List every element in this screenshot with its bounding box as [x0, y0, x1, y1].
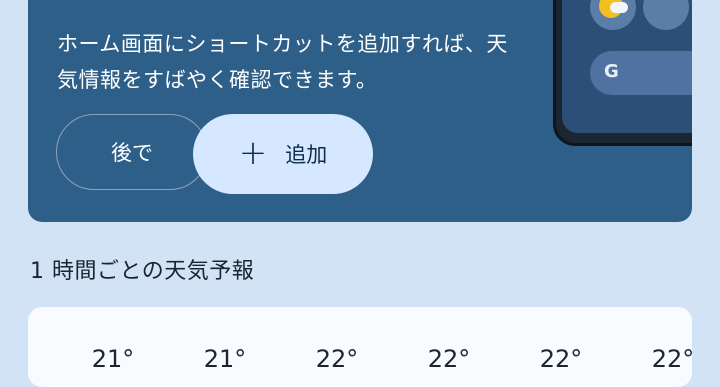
hourly-forecast-title: 1 時間ごとの天気予報 [30, 259, 255, 284]
google-icon: G [604, 61, 619, 82]
phone-screen: G [562, 0, 692, 133]
plus-icon: + [238, 133, 268, 173]
phone-preview-illustration: G [553, 0, 692, 146]
cloud-icon [610, 2, 628, 13]
search-widget: G [590, 51, 692, 95]
shortcut-promo-card: ホーム画面にショートカットを追加すれば、天気情報をすばやく確認できます。 後で … [28, 0, 692, 222]
hourly-temp: 22° [315, 345, 359, 373]
promo-message: ホーム画面にショートカットを追加すれば、天気情報をすばやく確認できます。 [57, 32, 508, 92]
later-button[interactable]: 後で [56, 114, 208, 190]
hourly-temp: 22° [539, 345, 583, 373]
add-shortcut-button[interactable]: + 追加 [193, 114, 373, 194]
weather-app-icon [590, 0, 636, 30]
hourly-temp: 22° [651, 345, 692, 373]
hourly-forecast-card: 21° 21° 22° 22° 22° 22° [28, 307, 692, 387]
app-icon [643, 0, 689, 30]
hourly-temp: 21° [203, 345, 247, 373]
hourly-temp: 21° [91, 345, 135, 373]
add-button-label: 追加 [285, 143, 328, 167]
hourly-temp: 22° [427, 345, 471, 373]
